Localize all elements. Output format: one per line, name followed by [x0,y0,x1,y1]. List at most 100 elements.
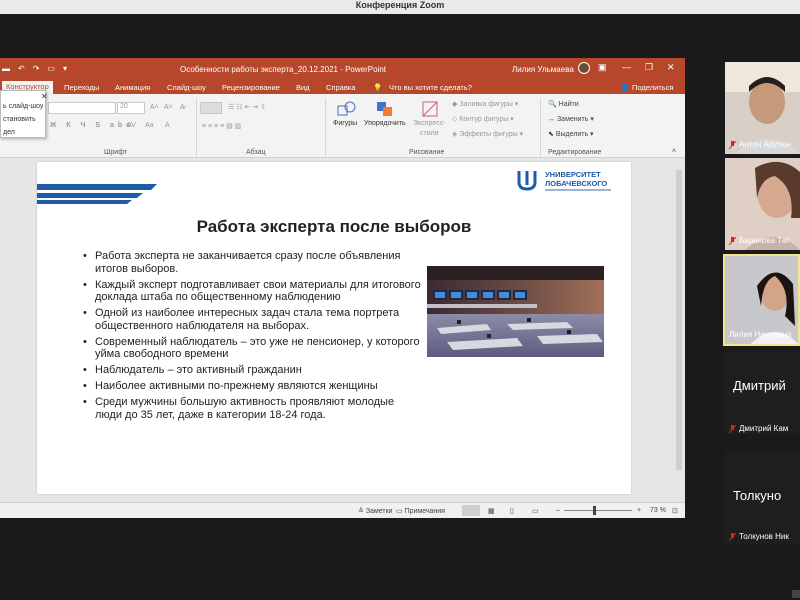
participant-tile[interactable]: Антон Арутюн [725,62,800,154]
increase-font-icon[interactable]: A˄ [150,104,159,111]
share-button[interactable]: Поделиться [632,83,673,92]
mic-muted-icon [728,424,737,433]
shapes-button[interactable]: Фигуры [333,120,357,127]
select-label: Выделить [555,131,589,138]
list-item: Наиболее активными по-прежнему являются … [81,380,421,393]
ribbon-tabs: Конструктор Переходы Анимация Слайд-шоу … [0,80,685,94]
shape-outline-button[interactable]: ◇ Контур фигуры ▾ [452,115,514,123]
normal-view-button[interactable] [462,505,480,516]
select-button[interactable]: ⬉ Выделить ▾ [548,130,594,138]
zoom-in-icon[interactable]: + [637,507,641,514]
collapse-ribbon-icon[interactable]: ˄ [672,148,676,155]
mic-muted-icon [728,236,737,245]
scroll-down-icon[interactable] [792,590,800,598]
group-label-paragraph: Абзац [246,149,266,156]
decrease-font-icon[interactable]: A˅ [164,104,173,111]
avatar[interactable] [578,62,590,74]
dropdown-item[interactable]: становить [3,116,36,123]
zoom-slider-thumb[interactable] [593,506,596,515]
zoom-window-title: Конференция Zoom [355,0,445,10]
zoom-slider[interactable] [564,510,632,511]
shape-fill-label: Заливка фигуры [459,101,513,108]
scrollbar-thumb[interactable] [676,170,682,470]
format-buttons[interactable]: Ж К Ч S abc [50,122,134,129]
participant-tile[interactable]: Баранова Тат [725,158,800,250]
dropdown-item[interactable]: дел [3,129,15,136]
spacing-icon[interactable]: AV [127,122,136,129]
case-icon[interactable]: Aa [145,122,154,129]
slide[interactable]: УНИВЕРСИТЕТ ЛОБАЧЕВСКОГО Работа эксперта… [37,162,631,494]
paragraph-buttons-row1[interactable]: ☰ ☷ ⇤ ⇥ ⇳ [228,103,266,111]
font-size-select[interactable]: 20 [117,102,145,114]
comments-button[interactable]: ▭ Примечания [396,507,445,515]
zoom-out-icon[interactable]: – [556,507,560,514]
slide-photo [427,266,604,357]
status-bar: ≙ Заметки ▭ Примечания ▦ ▯ ▭ – + 73 % ⊡ [0,502,685,518]
participant-name-label: Лилия Наилевна [729,330,792,339]
dropdown-item[interactable]: ь слайд-шоу [3,103,43,110]
screen: Конференция Zoom ▬ ↶ ↷ ▭ ▾ Особенности р… [0,0,800,600]
tab-review[interactable]: Рецензирование [222,83,280,92]
paragraph-buttons-row2[interactable]: ≡ ≡ ≡ ≡ ▤ ▥ [202,122,241,130]
reading-view-icon[interactable]: ▯ [510,507,514,515]
quick-access-toolbar: ▬ ↶ ↷ ▭ ▾ [2,64,67,73]
undo-icon[interactable]: ↶ [18,64,25,73]
participant-name: Баранова Тат [728,236,790,245]
lightbulb-icon: 💡 [373,83,383,92]
restore-icon[interactable]: ❐ [645,62,653,73]
shape-effects-button[interactable]: ◈ Эффекты фигуры ▾ [452,130,523,138]
notes-button[interactable]: ≙ Заметки [358,507,393,515]
font-name-select[interactable] [48,102,116,114]
arrange-button[interactable]: Упорядочить [364,120,406,127]
find-button[interactable]: 🔍 Найти [548,100,579,108]
clear-format-icon[interactable]: A̷ [180,104,185,111]
customize-qat-icon[interactable]: ▾ [63,64,67,73]
zoom-level[interactable]: 73 % [650,507,666,514]
participant-display-name: Толкуно [733,488,782,503]
tab-slideshow[interactable]: Слайд-шоу [167,83,206,92]
participant-name-label: Баранова Тат [739,236,790,245]
save-icon[interactable]: ▬ [2,64,10,73]
present-icon[interactable]: ▭ [47,64,55,73]
sorter-view-icon[interactable]: ▦ [488,507,495,515]
participant-name: Лилия Наилевна [729,330,791,339]
shape-fill-button[interactable]: ◆ Заливка фигуры ▾ [452,100,518,108]
minimize-icon[interactable]: — [622,62,631,72]
quick-styles-label-2[interactable]: стили [420,130,439,137]
logo-line1: УНИВЕРСИТЕТ [545,170,601,179]
redo-icon[interactable]: ↷ [33,64,40,73]
participant-tile[interactable]: Дмитрий Дмитрий Кам [725,352,800,434]
tab-transitions[interactable]: Переходы [64,83,99,92]
tab-animations[interactable]: Анимация [115,83,150,92]
participant-tile[interactable]: Толкуно Толкунов Ник [725,452,800,544]
bullets-button[interactable] [200,102,222,114]
shape-outline-label: Контур фигуры [459,116,509,123]
slideshow-view-icon[interactable]: ▭ [532,507,539,515]
ppt-title-bar: ▬ ↶ ↷ ▭ ▾ Особенности работы эксперта_20… [0,58,685,80]
tab-help[interactable]: Справка [326,83,355,92]
participant-display-name: Дмитрий [733,378,786,393]
tell-me-search[interactable]: Что вы хотите сделать? [389,83,472,92]
person-icon: 👤 [620,83,630,92]
list-item: Одной из наиболее интересных задач стала… [81,307,421,332]
mic-muted-icon [728,140,737,149]
slide-stripes [37,184,157,204]
close-icon[interactable]: ✕ [41,92,48,101]
group-label-font: Шрифт [104,149,128,156]
mic-muted-icon [728,532,737,541]
list-item: Работа эксперта не заканчивается сразу п… [81,250,421,275]
participant-tile-active-speaker[interactable]: Лилия Наилевна [723,254,800,346]
slide-title: Работа эксперта после выборов [196,217,472,236]
vertical-scrollbar[interactable] [673,158,685,502]
user-name[interactable]: Лилия Ульмаева [512,65,574,74]
bullet-list: Работа эксперта не заканчивается сразу п… [81,250,421,425]
close-icon[interactable]: ✕ [667,62,675,73]
font-color-icon[interactable]: A [165,122,170,129]
replace-button[interactable]: ↔ Заменить ▾ [548,115,594,123]
ribbon: 20 A˄ A˅ A̷ Ж К Ч S abc AV Aa A Шрифт ☰ … [0,94,685,158]
fit-slide-icon[interactable]: ⊡ [672,507,678,515]
logo-subtext [545,189,611,191]
ribbon-display-icon[interactable]: ▣ [598,62,607,73]
quick-styles-label-1[interactable]: Экспресс- [413,120,446,127]
tab-view[interactable]: Вид [296,83,310,92]
